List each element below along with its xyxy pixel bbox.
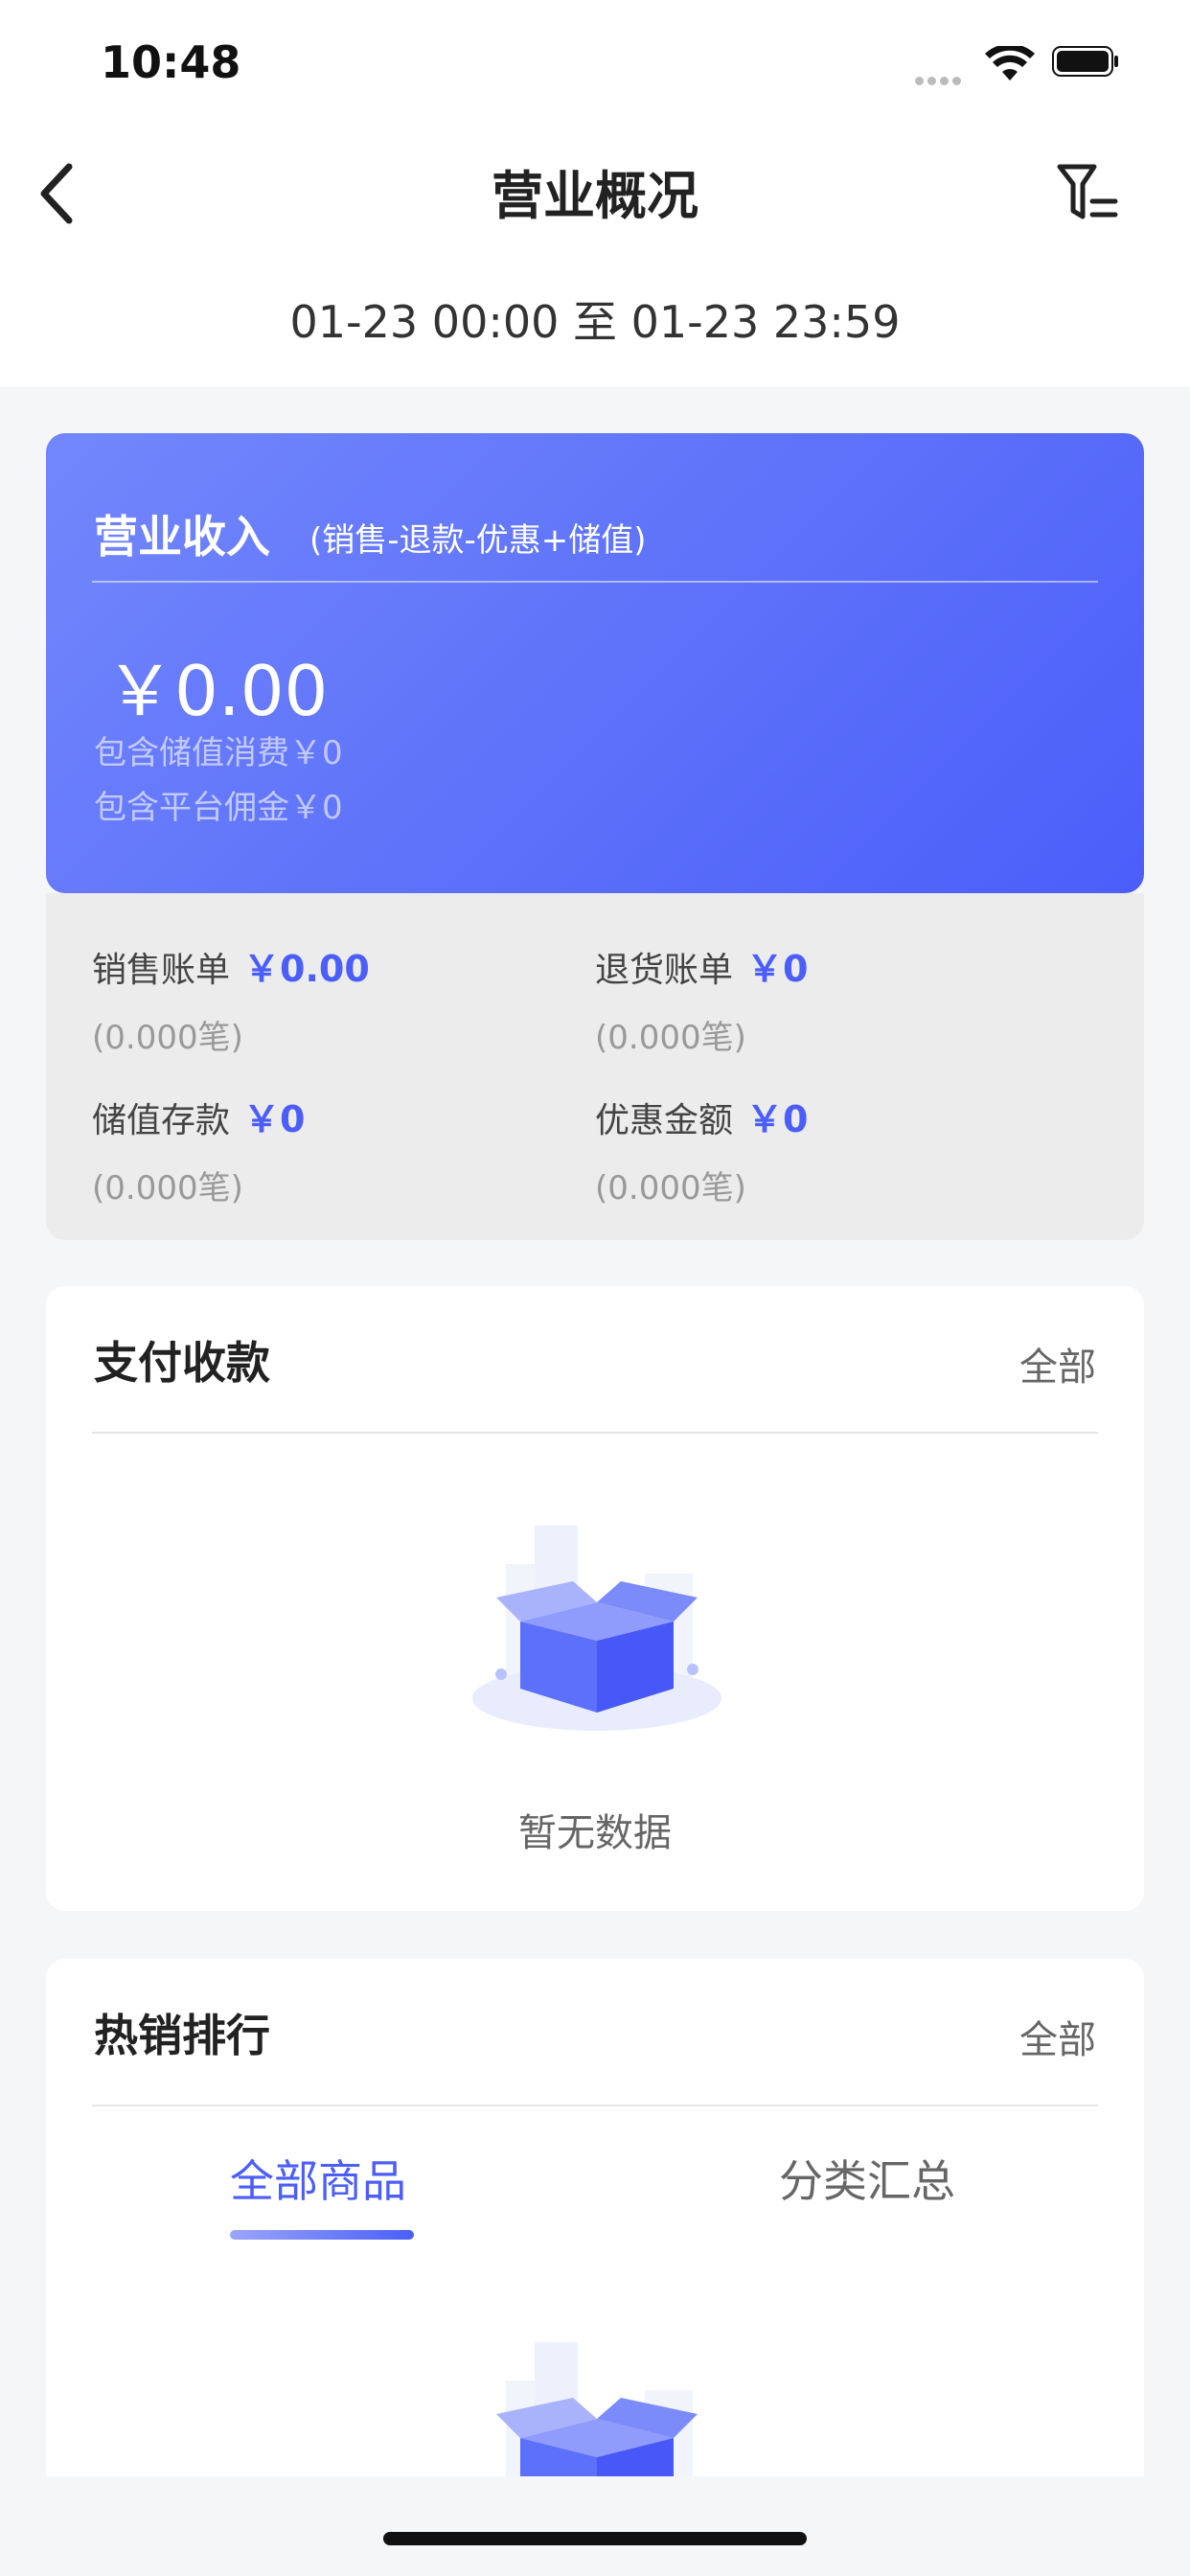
stat-stored-deposit: 储值存款 ￥0 (0.000笔) [92,1090,305,1208]
stat-count: (0.000笔) [595,1169,746,1208]
status-time: 10:48 [101,36,241,88]
battery-icon [1052,46,1118,77]
revenue-formula: (销售-退款-优惠+储值) [309,521,647,560]
hot-sales-title: 热销排行 [94,2010,270,2061]
date-range-bar[interactable]: 01-23 00:00 至 01-23 23:59 [0,266,1190,387]
stored-value-note: 包含储值消费￥0 [94,734,343,772]
tab-all-products[interactable]: 全部商品 [174,2147,462,2210]
tab-category-summary[interactable]: 分类汇总 [723,2147,1011,2210]
date-range-text[interactable]: 01-23 00:00 至 01-23 23:59 [0,288,1190,351]
divider [92,1432,1098,1434]
platform-commission-note: 包含平台佣金￥0 [94,789,343,827]
empty-box-icon [472,1526,721,1731]
stat-returns: 退货账单 ￥0 (0.000笔) [595,939,808,1058]
stat-value: ￥0 [243,1098,306,1140]
page-title: 营业概况 [492,166,698,226]
revenue-title: 营业收入 [94,511,270,563]
signal-icon [915,71,965,89]
stat-count: (0.000笔) [92,1019,243,1057]
home-indicator[interactable] [383,2532,807,2545]
payment-title: 支付收款 [94,1337,270,1389]
hot-sales-card: 热销排行 全部 全部商品 分类汇总 [46,1959,1144,2476]
stat-value: ￥0 [746,1098,809,1140]
bottom-area [0,2476,1190,2576]
status-bar: 10:48 [0,0,1190,125]
payment-all-link[interactable]: 全部 [1019,1336,1096,1392]
nav-bar: 营业概况 [0,125,1190,266]
divider [92,581,1098,583]
stat-count: (0.000笔) [92,1169,243,1208]
revenue-amount: ￥0.00 [105,651,329,731]
stat-label: 销售账单 [92,951,231,990]
filter-icon[interactable] [1056,161,1119,224]
stat-label: 储值存款 [92,1101,231,1140]
stat-label: 优惠金额 [595,1101,734,1140]
revenue-card: 营业收入 (销售-退款-优惠+储值) ￥0.00 包含储值消费￥0 包含平台佣金… [46,433,1144,893]
stat-sales: 销售账单 ￥0.00 (0.000笔) [92,939,370,1058]
empty-state-text: 暂无数据 [518,1811,672,1855]
stat-value: ￥0 [746,948,809,990]
empty-box-icon [496,2342,698,2476]
hot-sales-all-link[interactable]: 全部 [1019,2009,1096,2064]
stat-discount: 优惠金额 ￥0 (0.000笔) [595,1090,808,1208]
divider [92,2104,1098,2106]
payment-card: 支付收款 全部 暂无数据 [46,1286,1144,1911]
active-tab-indicator [230,2230,414,2240]
stat-label: 退货账单 [595,951,734,990]
stats-card: 销售账单 ￥0.00 (0.000笔) 退货账单 ￥0 (0.000笔) 储值存款 ￥… [46,893,1144,1240]
stat-count: (0.000笔) [595,1019,746,1057]
stat-value: ￥0.00 [243,948,370,990]
wifi-icon [985,46,1035,80]
